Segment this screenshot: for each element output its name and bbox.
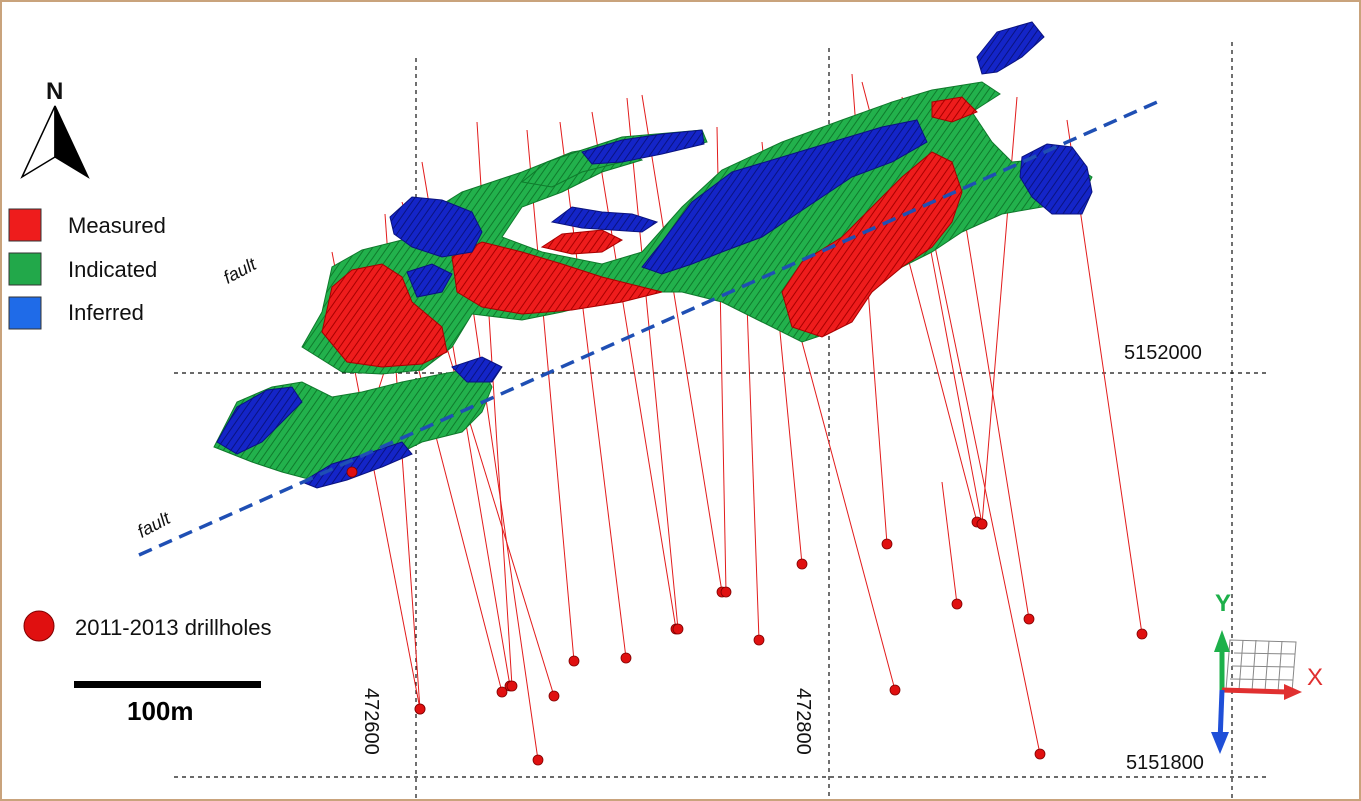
drillhole-trace bbox=[641, 94, 723, 593]
drillhole-collar bbox=[889, 684, 901, 696]
scale-bar bbox=[74, 681, 261, 688]
grid-label-easting-472800: 472800 bbox=[792, 688, 814, 755]
grid-label-northing-5151800: 5151800 bbox=[1126, 752, 1204, 774]
drillhole-collar bbox=[568, 655, 580, 667]
drillhole-collar bbox=[496, 686, 508, 698]
legend-swatch-indicated bbox=[8, 252, 42, 286]
grid-label-northing-5152000: 5152000 bbox=[1124, 342, 1202, 364]
drillhole-collar bbox=[796, 558, 808, 570]
drillhole-trace bbox=[931, 231, 1041, 755]
grid-label-easting-472600: 472600 bbox=[360, 688, 382, 755]
drillhole-collar bbox=[548, 690, 560, 702]
drillhole-collar bbox=[720, 586, 732, 598]
resource-model-view bbox=[8, 21, 1302, 799]
drillhole-trace bbox=[559, 121, 627, 659]
legend-drillhole-marker bbox=[23, 610, 55, 642]
drillhole-collar bbox=[1034, 748, 1046, 760]
legend-swatch-measured bbox=[8, 208, 42, 242]
axis-label-y: Y bbox=[1215, 590, 1232, 617]
fault-line bbox=[138, 97, 1165, 557]
legend-swatch-inferred bbox=[8, 296, 42, 330]
drillhole-trace bbox=[591, 111, 677, 630]
drillhole-collars bbox=[346, 466, 1148, 766]
drillhole-trace bbox=[801, 341, 896, 691]
drillhole-collar bbox=[753, 634, 765, 646]
drillhole-collar bbox=[881, 538, 893, 550]
north-arrow-label: N bbox=[46, 78, 64, 105]
drillhole-collar bbox=[672, 623, 684, 635]
drillhole-collar bbox=[414, 703, 426, 715]
figure-frame: N Measured Indicated Inferred 2011-2013 … bbox=[0, 0, 1361, 801]
drillhole-collar bbox=[1136, 628, 1148, 640]
drillhole-collar bbox=[506, 680, 518, 692]
legend-label-measured: Measured bbox=[68, 213, 166, 238]
drillhole-trace bbox=[526, 129, 575, 662]
drillhole-collar bbox=[976, 518, 988, 530]
drillhole-collar bbox=[620, 652, 632, 664]
legend-label-indicated: Indicated bbox=[68, 257, 158, 282]
drillhole-trace bbox=[941, 481, 958, 605]
axis-label-x: X bbox=[1307, 664, 1324, 691]
legend-label-drillholes: 2011-2013 drillholes bbox=[75, 615, 272, 640]
drillhole-trace bbox=[961, 201, 1030, 620]
fault-lines bbox=[138, 97, 1165, 557]
drillhole-trace bbox=[626, 97, 679, 630]
axis-triad-icon bbox=[1211, 630, 1302, 754]
drillhole-collar bbox=[1023, 613, 1035, 625]
drillhole-collar bbox=[346, 466, 358, 478]
drillhole-collar bbox=[951, 598, 963, 610]
legend-label-inferred: Inferred bbox=[68, 300, 144, 325]
legend-swatches bbox=[8, 208, 55, 642]
drillhole-collar bbox=[532, 754, 544, 766]
north-arrow-icon bbox=[20, 105, 90, 179]
scale-bar-label: 100m bbox=[127, 696, 194, 726]
